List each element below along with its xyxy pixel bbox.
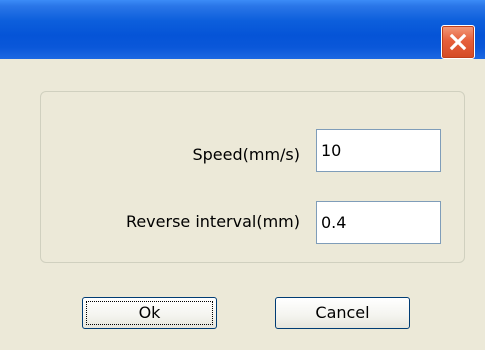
speed-label: Speed(mm/s) [192, 145, 300, 164]
reverse-interval-input[interactable] [316, 201, 441, 244]
dialog-window: Speed(mm/s) Reverse interval(mm) Ok Canc… [0, 0, 485, 350]
ok-button[interactable]: Ok [82, 297, 217, 329]
close-button[interactable] [441, 25, 475, 59]
close-icon [449, 33, 467, 51]
title-bar[interactable] [0, 0, 485, 59]
reverse-interval-label: Reverse interval(mm) [125, 212, 300, 231]
speed-input[interactable] [316, 129, 441, 172]
cancel-button[interactable]: Cancel [275, 297, 410, 329]
